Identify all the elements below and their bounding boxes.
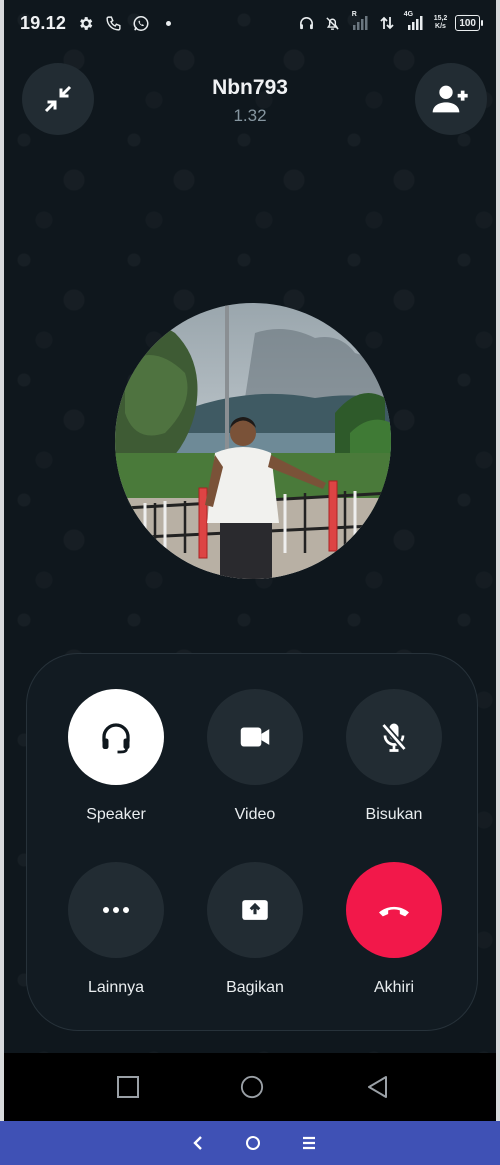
home-icon [240,1075,264,1099]
end-call-label: Akhiri [373,979,414,996]
mute-button[interactable] [346,689,442,785]
headset-icon [102,723,130,754]
share-screen-label: Bagikan [226,979,284,996]
system-navigation-bar [4,1053,496,1121]
home-button[interactable] [240,1075,264,1099]
video-label: Video [234,806,276,823]
host-back-button[interactable] [187,1132,209,1154]
share-screen-icon [242,900,268,920]
speaker-label: Speaker [86,806,146,823]
end-call-button[interactable] [346,862,442,958]
video-camera-icon [240,727,270,747]
avatar-photo [115,303,391,579]
video-button[interactable] [207,689,303,785]
signal-icon: 4G [404,11,426,32]
data-transfer-icon [378,14,396,32]
chevron-left-icon [193,1136,202,1150]
window-edge-right [496,0,500,1121]
recents-button[interactable] [116,1075,140,1099]
network-speed: 15,2 K/s [433,15,448,30]
end-call-icon [379,906,409,917]
mute-label: Bisukan [365,806,423,823]
call-screen: 19.12 R 4G 15,2 K/s 100 Nbn793 1.32 Spea… [4,0,496,1165]
contact-avatar [115,303,391,579]
whatsapp-icon [132,14,150,32]
menu-icon [303,1136,315,1150]
host-navigation-bar [0,1121,500,1165]
more-options-label: Lainnya [87,979,145,996]
more-icon [103,907,129,913]
phone-icon [104,14,122,32]
speaker-button[interactable] [68,689,164,785]
mic-off-icon [381,723,407,752]
gear-icon [76,14,94,32]
back-icon [368,1076,387,1098]
call-controls-panel: Speaker Video Bisukan Lainnya Bagikan Ak… [26,653,478,1031]
recents-icon [117,1076,139,1098]
share-screen-button[interactable] [207,862,303,958]
notification-dot [166,20,172,26]
signal-icon: R [350,11,370,32]
alarm-off-icon [324,14,342,32]
battery-icon: 100 [455,15,483,31]
add-person-icon [432,85,468,113]
host-home-button[interactable] [242,1132,264,1154]
status-time: 19.12 [20,12,67,33]
more-options-button[interactable] [68,862,164,958]
headset-icon [298,14,316,32]
add-participant-button[interactable] [415,63,487,135]
back-button[interactable] [366,1075,390,1099]
status-bar: 19.12 R 4G 15,2 K/s 100 [4,0,496,46]
circle-home-icon [246,1136,260,1150]
host-menu-button[interactable] [298,1132,320,1154]
